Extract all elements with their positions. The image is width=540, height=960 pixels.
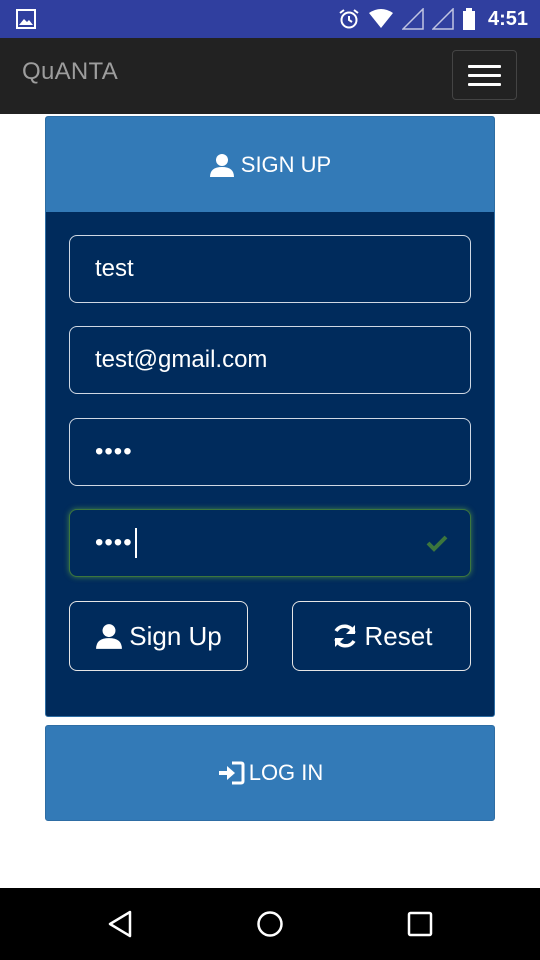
username-value: test [95,255,134,282]
android-nav-bar [0,888,540,960]
password-field[interactable]: •••• [69,418,471,486]
confirm-password-value: •••• [95,529,133,556]
status-bar: 4:51 [0,0,540,38]
reset-button-label: Reset [364,620,433,651]
signup-button-label: Sign Up [129,620,222,651]
navbar: QuANTA [0,38,540,114]
recent-apps-icon[interactable] [404,908,436,940]
email-value: test@gmail.com [95,346,268,373]
login-label: LOG IN [248,760,324,785]
signup-button[interactable]: Sign Up [69,601,248,671]
email-field[interactable]: test@gmail.com [69,326,471,394]
reset-button[interactable]: Reset [292,601,471,671]
username-field[interactable]: test [69,235,471,303]
login-icon [218,761,245,785]
wifi-icon [368,9,393,28]
hamburger-menu-icon[interactable] [452,50,517,100]
signup-header-label: SIGN UP [240,151,332,177]
check-icon [426,535,448,552]
refresh-icon [333,624,356,648]
user-icon [209,153,234,177]
signal-icon [401,8,424,30]
brand-title[interactable]: QuANTA [22,58,118,86]
user-icon [96,624,123,649]
alarm-icon [339,9,359,29]
signup-header[interactable]: SIGN UP [46,117,494,212]
status-time: 4:51 [487,7,528,30]
gallery-icon [16,9,36,29]
signal-icon [431,8,454,30]
signup-panel: SIGN UP test test@gmail.com •••• •••• Si… [45,116,495,717]
confirm-password-field[interactable]: •••• [69,509,471,577]
status-icons: 4:51 [338,0,528,38]
login-panel[interactable]: LOG IN [45,725,495,821]
password-value: •••• [95,438,133,465]
text-cursor [134,528,137,558]
home-icon[interactable] [254,908,286,940]
back-icon[interactable] [104,908,136,940]
battery-icon [462,8,475,30]
